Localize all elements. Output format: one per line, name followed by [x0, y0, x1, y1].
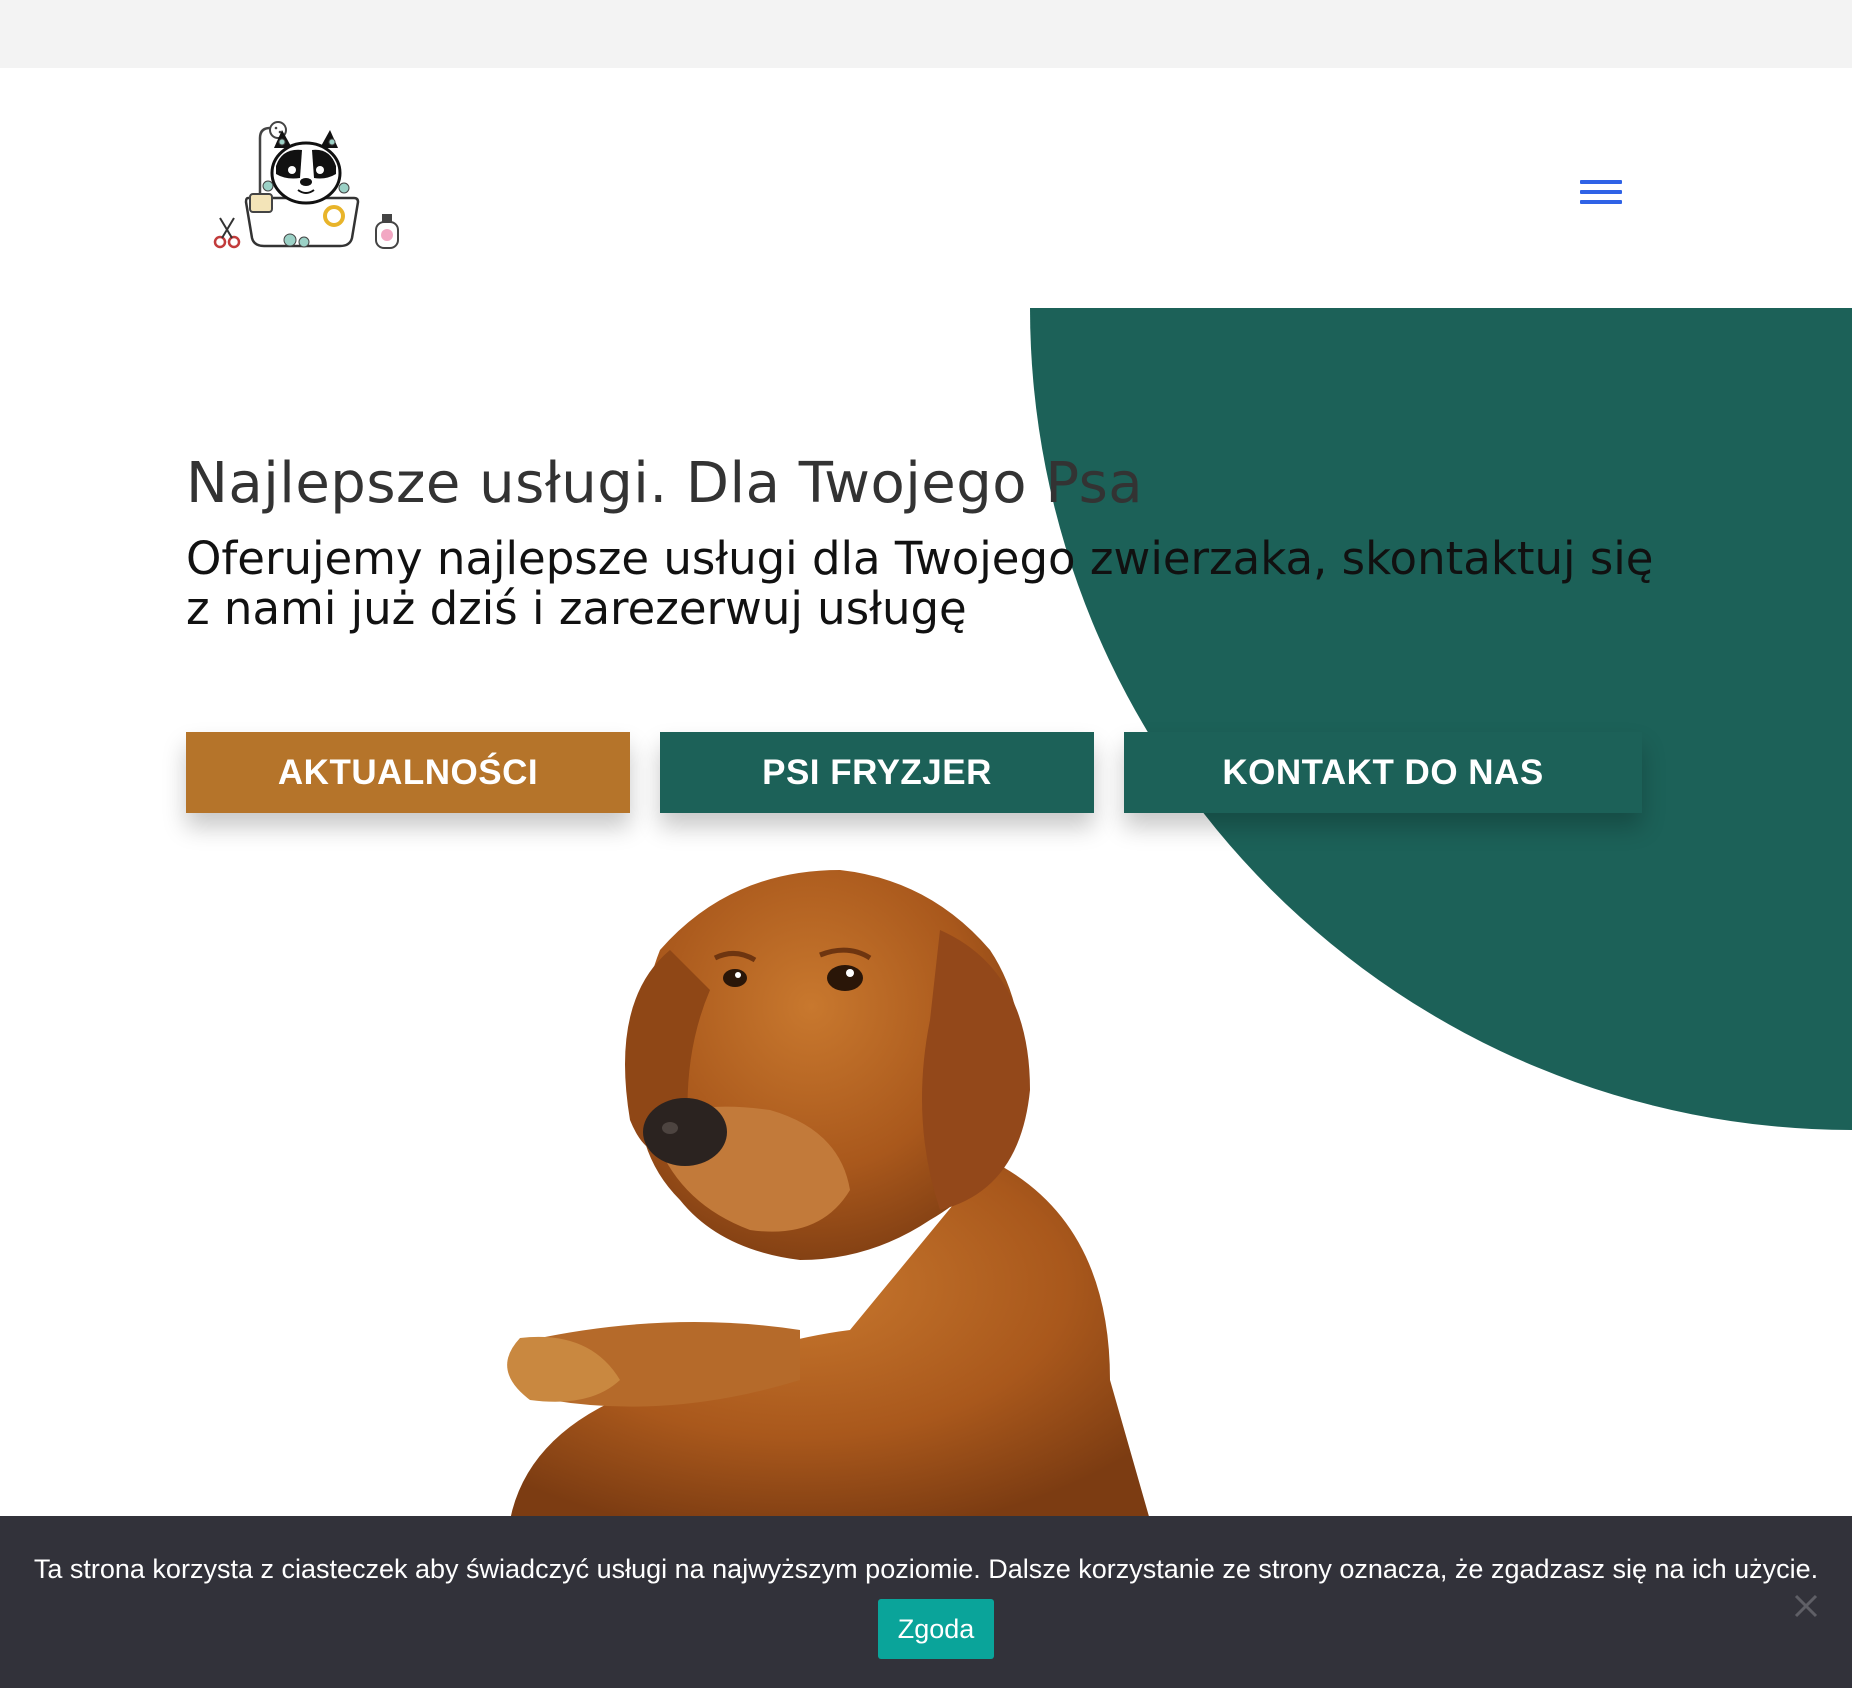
top-bar	[0, 0, 1852, 68]
dog-groomer-button[interactable]: PSI FRYZJER	[660, 732, 1094, 813]
news-button[interactable]: AKTUALNOŚCI	[186, 732, 630, 813]
hamburger-line	[1580, 200, 1622, 204]
cookie-banner: Ta strona korzysta z ciasteczek aby świa…	[0, 1516, 1852, 1688]
hero-title: Najlepsze usługi. Dla Twojego Psa	[186, 451, 1144, 516]
cookie-notice-text: Ta strona korzysta z ciasteczek aby świa…	[33, 1554, 1819, 1584]
hamburger-line	[1580, 180, 1622, 184]
hero-subtitle: Oferujemy najlepsze usługi dla Twojego z…	[186, 532, 1654, 635]
site-header	[0, 68, 1852, 308]
golden-retriever-photo	[507, 870, 1150, 1520]
cookie-accept-button[interactable]: Zgoda	[878, 1599, 994, 1659]
site-logo[interactable]	[212, 118, 402, 258]
close-icon[interactable]	[1792, 1592, 1820, 1620]
hamburger-menu-icon[interactable]	[1580, 176, 1622, 210]
contact-button[interactable]: KONTAKT DO NAS	[1124, 732, 1642, 813]
hamburger-line	[1580, 190, 1622, 194]
dog-bath-logo-icon	[213, 121, 399, 249]
